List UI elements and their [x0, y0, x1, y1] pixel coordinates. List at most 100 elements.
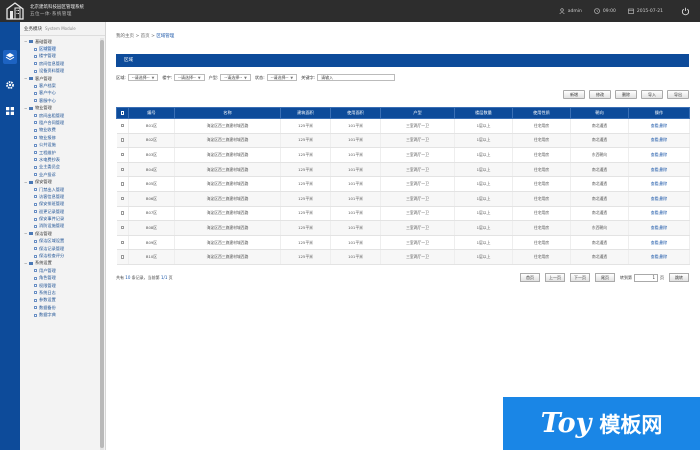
sidebar-item[interactable]: 公共设施 — [20, 141, 105, 148]
delete-button[interactable]: 删除 — [615, 90, 637, 99]
row-checkbox[interactable] — [120, 255, 124, 259]
sidebar-item[interactable]: 角色管理 — [20, 275, 105, 282]
row-actions-cell[interactable]: 查看|删除 — [628, 191, 690, 207]
sidebar-item[interactable]: 区域管理 — [20, 45, 105, 53]
row-action-link[interactable]: 查看|删除 — [651, 225, 667, 230]
sidebar-item[interactable]: 系统日志 — [20, 289, 105, 296]
row-actions-cell[interactable]: 查看|删除 — [628, 147, 690, 163]
export-button[interactable]: 导出 — [667, 90, 689, 99]
sidebar-item[interactable]: 保洁区域设置 — [20, 238, 105, 245]
row-actions-cell[interactable]: 查看|删除 — [628, 162, 690, 178]
user-menu[interactable]: admin — [559, 8, 582, 14]
sidebar-group[interactable]: − 客户管理 — [20, 75, 105, 82]
row-actions-cell[interactable]: 查看|删除 — [628, 249, 690, 265]
row-select-cell[interactable] — [116, 191, 129, 207]
row-select-cell[interactable] — [116, 176, 129, 192]
sidebar-item[interactable]: 物业收费 — [20, 127, 105, 134]
row-checkbox[interactable] — [120, 167, 124, 172]
sidebar-item[interactable]: 租户合同管理 — [20, 119, 105, 126]
row-checkbox[interactable] — [120, 182, 124, 186]
row-checkbox[interactable] — [120, 123, 124, 128]
sidebar-item[interactable]: 门禁出入管理 — [20, 186, 105, 193]
sidebar-item[interactable]: 保安排班管理 — [20, 201, 105, 208]
prev-page-button[interactable]: 上一页 — [545, 273, 565, 282]
first-page-button[interactable]: 首页 — [520, 273, 540, 282]
page-jump-input[interactable]: 1 — [634, 273, 658, 282]
keyword-input[interactable]: 请输入 — [317, 74, 396, 81]
sidebar-item[interactable]: 保安事件记录 — [20, 215, 105, 222]
row-select-cell[interactable] — [116, 118, 129, 134]
row-action-link[interactable]: 查看|删除 — [651, 254, 667, 259]
import-button[interactable]: 导入 — [641, 90, 663, 99]
row-checkbox[interactable] — [120, 225, 124, 230]
row-select-cell[interactable] — [116, 133, 129, 149]
filter-status-select[interactable]: --请选择-- ▼ — [266, 74, 298, 81]
power-icon[interactable] — [681, 7, 690, 16]
rail-module-button[interactable] — [3, 50, 17, 64]
row-select-cell[interactable] — [116, 235, 129, 251]
row-actions-cell[interactable]: 查看|删除 — [628, 133, 690, 149]
table-row[interactable]: B08区 海淀区西三旗建材城西路 125平米 101平米 三室两厅一卫 1层以上 住宅用房东… — [116, 220, 690, 236]
sidebar-item[interactable]: 访客信息管理 — [20, 193, 105, 200]
row-select-cell[interactable] — [116, 162, 129, 178]
sidebar-group[interactable]: − 基础管理 — [20, 38, 105, 45]
sidebar-item[interactable]: 业主委员会 — [20, 164, 105, 171]
row-select-cell[interactable] — [116, 249, 129, 265]
sidebar-scroll-thumb[interactable] — [100, 40, 104, 448]
table-row[interactable]: B01区 海淀区西三旗建材城西路 125平米 101平米 三室两厅一卫 1层以上 住宅用房南… — [116, 118, 690, 134]
sidebar-item[interactable]: 参数设置 — [20, 297, 105, 304]
row-select-cell[interactable] — [116, 206, 129, 222]
row-checkbox[interactable] — [120, 196, 124, 201]
sidebar-group[interactable]: − 系统设置 — [20, 260, 105, 267]
row-actions-cell[interactable]: 查看|删除 — [628, 220, 690, 236]
filter-building-select[interactable]: --请选择-- ▼ — [174, 74, 205, 81]
row-action-link[interactable]: 查看|删除 — [651, 123, 667, 128]
sidebar-group[interactable]: − 物业管理 — [20, 105, 105, 112]
sidebar-item[interactable]: 权限管理 — [20, 282, 105, 289]
row-action-link[interactable]: 查看|删除 — [651, 167, 667, 172]
sidebar-item[interactable]: 保洁记录管理 — [20, 245, 105, 252]
select-all-header[interactable] — [116, 107, 129, 119]
next-page-button[interactable]: 下一页 — [570, 273, 590, 282]
row-checkbox[interactable] — [120, 211, 124, 215]
row-select-cell[interactable] — [116, 220, 129, 236]
row-actions-cell[interactable]: 查看|删除 — [628, 235, 690, 251]
table-row[interactable]: B02区 海淀区西三旗建材城西路 125平米 101平米 三室两厅一卫 1层以上 住宅用房南… — [116, 133, 690, 149]
table-row[interactable]: B10区 海淀区西三旗建材城西路 125平米 101平米 三室两厅一卫 1层以上 住宅用房南… — [116, 249, 690, 265]
rail-settings-button[interactable] — [3, 78, 17, 92]
select-all-checkbox[interactable] — [120, 111, 125, 115]
sidebar-item[interactable]: 客服中心 — [20, 97, 105, 104]
sidebar-item[interactable]: 数据字典 — [20, 311, 105, 318]
last-page-button[interactable]: 尾页 — [595, 273, 615, 282]
row-actions-cell[interactable]: 查看|删除 — [628, 118, 690, 134]
sidebar-item[interactable]: 客户档案 — [20, 82, 105, 89]
sidebar-item[interactable]: 楼宇管理 — [20, 53, 105, 60]
row-checkbox[interactable] — [120, 152, 124, 157]
add-button[interactable]: 新增 — [563, 90, 585, 99]
sidebar-item[interactable]: 业户投诉 — [20, 171, 105, 178]
sidebar-item[interactable]: 巡更记录管理 — [20, 208, 105, 215]
row-select-cell[interactable] — [116, 147, 129, 163]
sidebar-item[interactable]: 物业报修 — [20, 134, 105, 141]
row-checkbox[interactable] — [120, 240, 124, 245]
row-checkbox[interactable] — [120, 138, 124, 142]
edit-button[interactable]: 修改 — [589, 90, 611, 99]
row-action-link[interactable]: 查看|删除 — [651, 181, 667, 186]
sidebar-item[interactable]: 房间出租管理 — [20, 112, 105, 119]
sidebar-item[interactable]: 客户中心 — [20, 90, 105, 97]
sidebar-item[interactable]: 设备资料管理 — [20, 68, 105, 75]
rail-apps-button[interactable] — [3, 104, 17, 118]
sidebar-item[interactable]: 水电费抄表 — [20, 156, 105, 163]
filter-region-select[interactable]: --请选择-- ▼ — [127, 74, 159, 81]
sidebar-item[interactable]: 消防设施管理 — [20, 223, 105, 230]
sidebar-item[interactable]: 数据备份 — [20, 304, 105, 311]
sidebar-item[interactable]: 用户管理 — [20, 267, 105, 274]
sidebar-item[interactable]: 房间信息管理 — [20, 60, 105, 67]
sidebar-group[interactable]: − 保安管理 — [20, 178, 105, 185]
breadcrumb-level1[interactable]: 首页 — [141, 34, 150, 39]
row-action-link[interactable]: 查看|删除 — [651, 196, 667, 201]
row-action-link[interactable]: 查看|删除 — [651, 152, 667, 157]
table-row[interactable]: B04区 海淀区西三旗建材城西路 125平米 101平米 三室两厅一卫 1层以上 住宅用房南… — [116, 162, 690, 178]
filter-layout-select[interactable]: --请选择-- ▼ — [220, 74, 251, 81]
sidebar-scrollbar[interactable] — [100, 38, 104, 450]
